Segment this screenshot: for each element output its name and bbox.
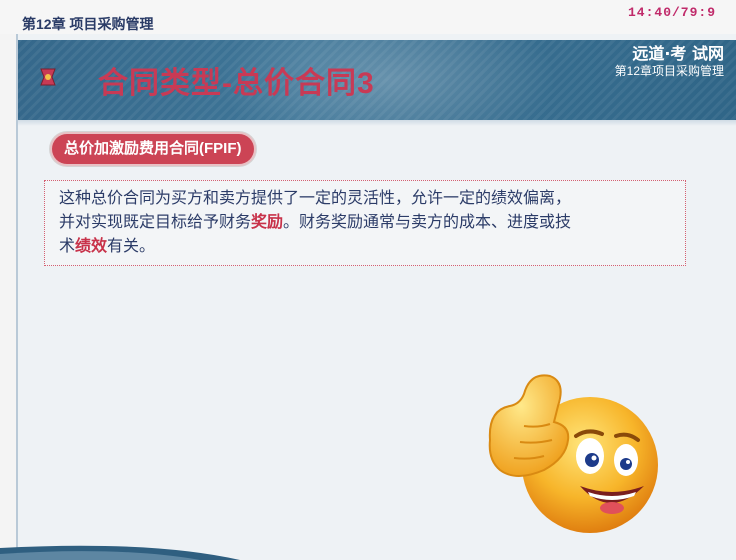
slide-title: 合同类型-总价合同3	[98, 67, 375, 100]
chapter-label: 第12章 项目采购管理	[22, 16, 154, 32]
content-textbox: 这种总价合同为买方和卖方提供了一定的灵活性，允许一定的绩效偏离， 并对实现既定目…	[44, 180, 686, 266]
banner-subtitle: 第12章项目采购管理	[614, 64, 724, 78]
video-timestamp: 14:40/79:9	[627, 5, 716, 20]
thumbs-up-smiley-icon	[488, 374, 658, 533]
body-line-3: 术绩效有关。	[59, 235, 671, 259]
body-text: 有关。	[107, 238, 156, 255]
top-bar: 第12章 项目采购管理 14:40/79:9	[0, 0, 736, 34]
highlight-reward: 奖励	[251, 214, 284, 231]
body-text: 术	[59, 238, 76, 255]
title-banner: 合同类型-总价合同3 远道·考 试网 第12章项目采购管理	[18, 40, 736, 120]
body-line-1: 这种总价合同为买方和卖方提供了一定的灵活性，允许一定的绩效偏离，	[59, 187, 671, 211]
section-heading-pill: 总价加激励费用合同(FPIF)	[52, 134, 254, 164]
highlight-performance: 绩效	[75, 238, 108, 255]
body-text: 这种总价合同为买方和卖方提供了一定的灵活性，允许一定的绩效偏离，	[59, 190, 572, 207]
banner-shadow	[18, 120, 736, 126]
body-line-2: 并对实现既定目标给予财务奖励。财务奖励通常与卖方的成本、进度或技	[59, 211, 671, 235]
body-text: 。财务奖励通常与卖方的成本、进度或技	[283, 214, 572, 231]
body-text: 并对实现既定目标给予财务	[59, 214, 252, 231]
bullet-icon	[40, 68, 56, 86]
banner-logo: 远道·考 试网	[632, 44, 724, 63]
